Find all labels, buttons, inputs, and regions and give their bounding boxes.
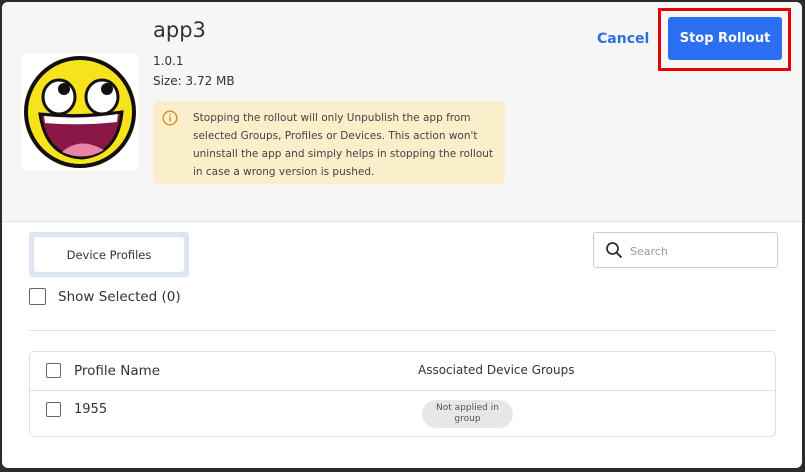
column-header-associated-device-groups: Associated Device Groups bbox=[418, 363, 575, 377]
profiles-table: Profile Name Associated Device Groups 19… bbox=[29, 351, 776, 437]
divider bbox=[29, 330, 776, 331]
show-selected-checkbox[interactable] bbox=[29, 288, 46, 305]
profile-name-cell: 1955 bbox=[74, 402, 108, 417]
row-checkbox[interactable] bbox=[46, 402, 61, 417]
group-status-badge: Not applied in group bbox=[422, 400, 513, 428]
app-version: 1.0.1 bbox=[153, 54, 184, 68]
awesome-smiley-icon bbox=[24, 56, 136, 168]
show-selected-label: Show Selected (0) bbox=[58, 288, 181, 305]
app-name: app3 bbox=[153, 18, 206, 42]
app-icon bbox=[22, 54, 138, 170]
table-row: 1955 Not applied in group bbox=[30, 391, 775, 431]
select-all-checkbox[interactable] bbox=[46, 363, 61, 378]
app-size: Size: 3.72 MB bbox=[153, 74, 235, 88]
search-box bbox=[593, 232, 778, 268]
warning-banner: Stopping the rollout will only Unpublish… bbox=[153, 101, 505, 184]
dialog-header: app3 1.0.1 Size: 3.72 MB Stopping the ro… bbox=[2, 2, 802, 222]
cancel-button[interactable]: Cancel bbox=[597, 31, 649, 47]
tab-device-profiles[interactable]: Device Profiles bbox=[34, 237, 184, 272]
show-selected-toggle[interactable]: Show Selected (0) bbox=[29, 288, 181, 305]
warning-text: Stopping the rollout will only Unpublish… bbox=[193, 112, 494, 178]
info-icon bbox=[162, 110, 178, 126]
tab-bar: Device Profiles bbox=[29, 232, 189, 277]
search-icon bbox=[606, 242, 623, 259]
table-header: Profile Name Associated Device Groups bbox=[30, 352, 775, 391]
stop-rollout-button[interactable]: Stop Rollout bbox=[668, 17, 782, 60]
column-header-profile-name: Profile Name bbox=[74, 363, 161, 379]
stop-rollout-dialog: app3 1.0.1 Size: 3.72 MB Stopping the ro… bbox=[2, 2, 802, 468]
search-input[interactable] bbox=[628, 239, 772, 263]
